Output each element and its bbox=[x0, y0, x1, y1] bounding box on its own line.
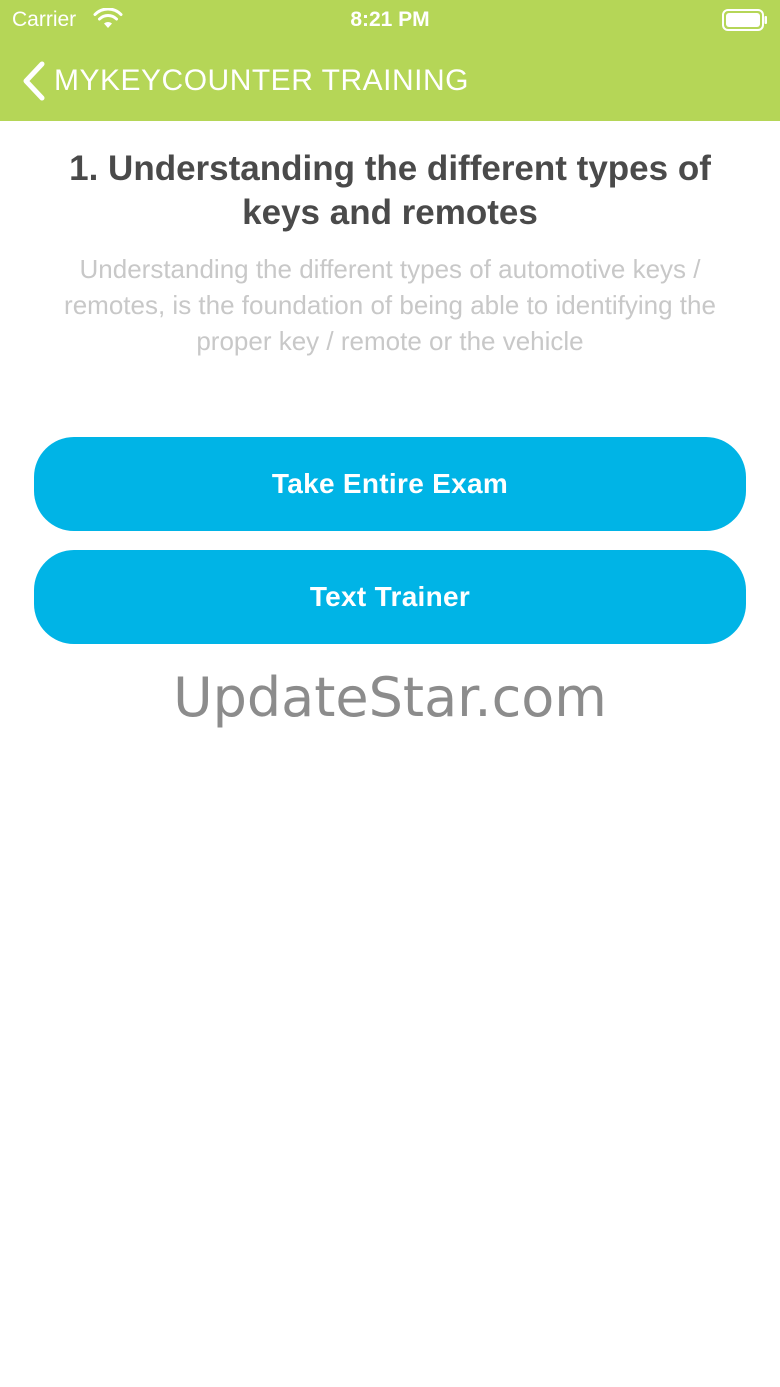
status-bar: Carrier 8:21 PM bbox=[0, 0, 780, 40]
lesson-content: 1. Understanding the different types of … bbox=[0, 121, 780, 359]
text-trainer-button[interactable]: Text Trainer bbox=[34, 550, 746, 644]
lesson-description: Understanding the different types of aut… bbox=[64, 254, 716, 356]
chevron-left-icon bbox=[23, 61, 45, 100]
back-button[interactable]: MYKEYCOUNTER TRAINING bbox=[20, 40, 469, 121]
status-time: 8:21 PM bbox=[350, 8, 430, 31]
watermark-text: UpdateStar.com bbox=[173, 666, 607, 729]
app-header: Carrier 8:21 PM MYKEYCOUNTER TRAINING bbox=[0, 0, 780, 121]
take-entire-exam-button[interactable]: Take Entire Exam bbox=[34, 437, 746, 531]
lesson-title: 1. Understanding the different types of … bbox=[69, 149, 711, 232]
navigation-bar: MYKEYCOUNTER TRAINING bbox=[0, 40, 780, 121]
nav-title: MYKEYCOUNTER TRAINING bbox=[54, 63, 469, 97]
battery-icon bbox=[722, 9, 767, 31]
